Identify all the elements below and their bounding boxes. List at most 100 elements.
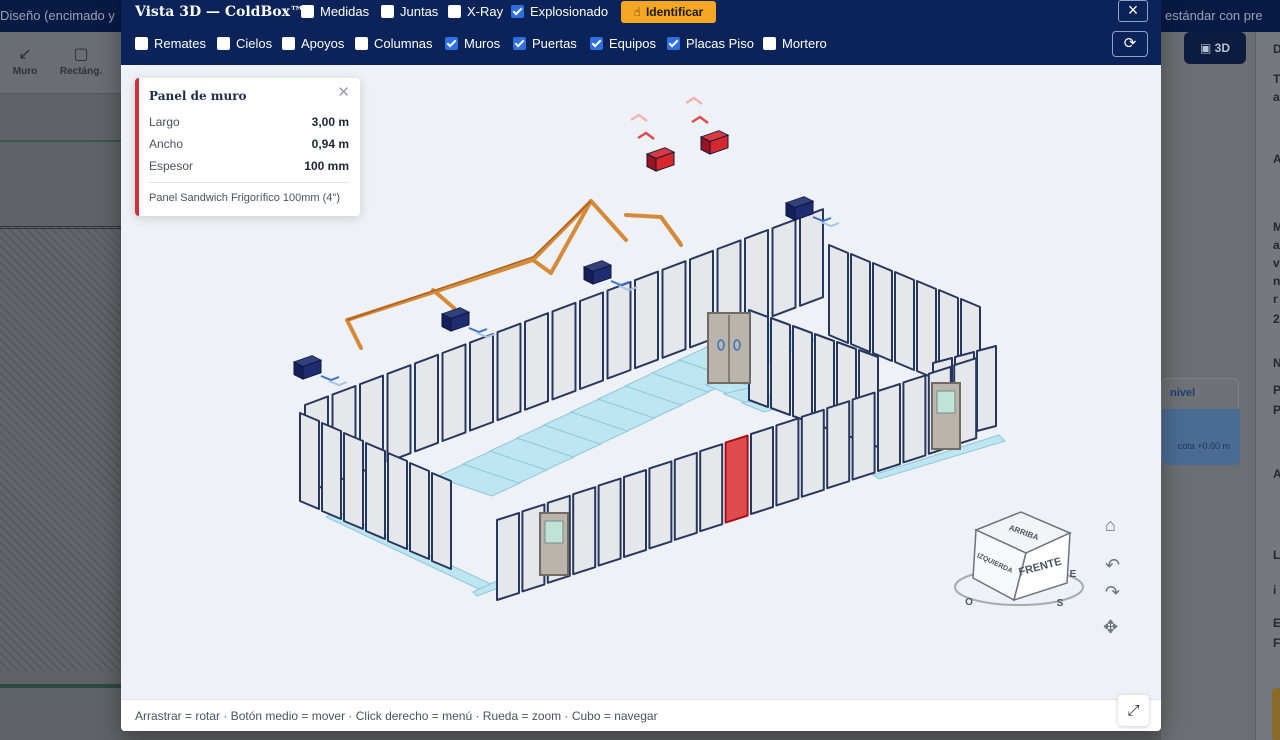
app-orange-button[interactable] — [1272, 688, 1280, 740]
heat-chevron — [685, 96, 703, 105]
sidebar-letter: a — [1273, 238, 1280, 252]
checkbox[interactable] — [381, 5, 394, 18]
heat-chevron — [637, 131, 655, 140]
toggle-remates[interactable]: Remates — [135, 36, 206, 51]
close-button[interactable]: × — [1118, 0, 1148, 22]
3d-viewport[interactable]: ARRIBA FRENTE IZQUIERDA O S E Panel de muro ✕… — [121, 65, 1161, 699]
checkbox[interactable] — [590, 37, 603, 50]
app-right-sidebar: ▣ 3D nivel cota +0.00 m — [1161, 32, 1280, 740]
sidebar-letter: D — [1273, 42, 1280, 56]
wall-panel — [828, 244, 849, 344]
ceiling-beam — [531, 199, 593, 275]
nivel-selected[interactable]: cota +0.00 m — [1162, 409, 1240, 465]
ceiling-beam — [431, 288, 456, 310]
checkbox[interactable] — [448, 5, 461, 18]
sidebar-letter: v — [1273, 256, 1280, 270]
toggle-medidas[interactable]: Medidas — [301, 4, 369, 19]
sidebar-letter: a — [1273, 90, 1280, 104]
tool-muro[interactable]: ↙ Muro — [0, 44, 50, 77]
beam-edge — [346, 200, 592, 321]
refresh-button[interactable]: ⟳ — [1112, 31, 1148, 57]
selected-wall-panel — [724, 434, 749, 524]
info-close-icon[interactable]: ✕ — [337, 83, 350, 101]
toggle-label: Columnas — [374, 36, 433, 51]
checkbox[interactable] — [513, 37, 526, 50]
info-title: Panel de muro — [149, 89, 247, 103]
checkbox[interactable] — [763, 37, 776, 50]
toggle-puertas[interactable]: Puertas — [513, 36, 577, 51]
wall-panel — [800, 408, 825, 498]
view-3d-button[interactable]: ▣ 3D — [1184, 32, 1246, 64]
toggle-muros[interactable]: Muros — [445, 36, 500, 51]
modal-footer: Arrastrar = rotar · Botón medio = mover … — [121, 695, 1161, 731]
wall-panel — [826, 400, 851, 490]
info-label: Largo — [149, 115, 180, 129]
toggle-juntas[interactable]: Juntas — [381, 4, 438, 19]
rotate-left-icon[interactable]: ↶ — [1105, 555, 1120, 576]
rotate-right-icon[interactable]: ↷ — [1105, 582, 1120, 603]
checkbox[interactable] — [217, 37, 230, 50]
nivel-card[interactable]: nivel cota +0.00 m — [1161, 378, 1240, 465]
controls-hint: Arrastrar = rotar · Botón medio = mover … — [135, 709, 658, 723]
info-label: Espesor — [149, 159, 194, 173]
toggle-label: Equipos — [609, 36, 656, 51]
toggle-placas-piso[interactable]: Placas Piso — [667, 36, 754, 51]
compass-south: S — [1057, 598, 1064, 609]
nivel-cota: cota +0.00 m — [1177, 441, 1230, 451]
checkbox[interactable] — [445, 37, 458, 50]
wall-panel — [799, 208, 824, 307]
pan-arrows-icon[interactable]: ✥ — [1103, 617, 1118, 638]
wall-panel — [902, 374, 927, 464]
info-row-espesor: Espesor 100 mm — [149, 159, 349, 173]
wall-panel — [414, 353, 439, 453]
wall-panel — [597, 477, 622, 567]
wall-panel — [321, 422, 342, 520]
sidebar-letter: P — [1273, 383, 1280, 397]
app-canvas[interactable] — [0, 94, 121, 740]
modal-header: Vista 3D — ColdBox™ Medidas Juntas X-Ray… — [121, 0, 1161, 65]
sidebar-letter: E — [1273, 616, 1280, 630]
nav-cube[interactable]: ARRIBAFRENTEIZQUIERDAO SE — [954, 511, 1084, 609]
info-row-ancho: Ancho 0,94 m — [149, 137, 349, 151]
sidebar-letter: i — [1273, 583, 1277, 597]
sidebar-letter: P — [1273, 403, 1280, 417]
wall-panel — [877, 383, 901, 472]
wall-panel — [770, 317, 791, 416]
toggle-equipos[interactable]: Equipos — [590, 36, 656, 51]
canvas-line — [0, 140, 121, 142]
view3d-modal: Vista 3D — ColdBox™ Medidas Juntas X-Ray… — [121, 0, 1161, 731]
identify-button[interactable]: ☝ Identificar — [621, 1, 716, 23]
checkbox[interactable] — [301, 5, 314, 18]
info-value: 3,00 m — [311, 115, 349, 129]
checkbox[interactable] — [135, 37, 148, 50]
checkbox[interactable] — [667, 37, 680, 50]
tool-rectangle[interactable]: ▢ Rectáng. — [56, 44, 106, 77]
checkbox[interactable] — [355, 37, 368, 50]
info-description: Panel Sandwich Frigorífico 100mm (4") — [149, 192, 340, 204]
home-icon[interactable]: ⌂ — [1105, 515, 1116, 536]
view-3d-label: 3D — [1214, 41, 1230, 55]
toggle-apoyos[interactable]: Apoyos — [282, 36, 344, 51]
wall-panel — [976, 345, 997, 432]
airflow-mark — [468, 327, 488, 334]
wall-panel — [409, 462, 430, 560]
toggle-xray[interactable]: X-Ray — [448, 4, 503, 19]
toggle-mortero[interactable]: Mortero — [763, 36, 827, 51]
toggle-label: Placas Piso — [686, 36, 754, 51]
expand-button[interactable]: ⤢ — [1118, 695, 1149, 726]
checkbox[interactable] — [282, 37, 295, 50]
ceiling-beam — [345, 318, 363, 350]
toggle-cielos[interactable]: Cielos — [217, 36, 272, 51]
toggle-explosionado[interactable]: Explosionado — [511, 4, 608, 19]
wall-panel — [792, 325, 813, 424]
wall-panel — [851, 391, 876, 481]
wall-panel — [469, 333, 494, 432]
checkbox[interactable] — [511, 5, 524, 18]
toggle-columnas[interactable]: Columnas — [355, 36, 433, 51]
wall-panel — [894, 271, 915, 371]
sidebar-letter: n — [1273, 274, 1280, 288]
sidebar-letter: N — [1273, 356, 1280, 370]
wall-panel — [551, 301, 577, 401]
heat-chevron — [691, 115, 709, 124]
wall-panel — [365, 442, 386, 540]
